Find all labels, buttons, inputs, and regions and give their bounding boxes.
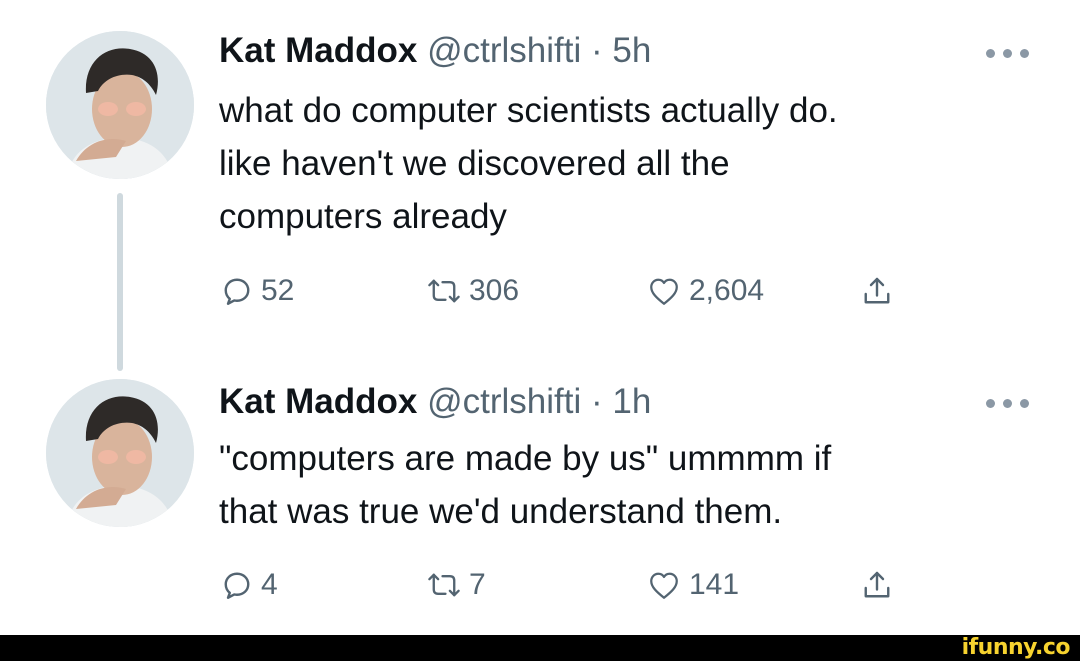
retweet-count: 306 bbox=[469, 274, 520, 307]
avatar[interactable] bbox=[46, 31, 194, 179]
footer-bar: ifunny.co bbox=[0, 635, 1080, 661]
tweet-text: what do computer scientists actually do.… bbox=[219, 84, 1039, 243]
retweet-arrows-icon bbox=[428, 279, 460, 303]
tweet-header: Kat Maddox @ctrlshifti · 5h bbox=[219, 31, 651, 71]
reply-button[interactable]: 52 bbox=[219, 269, 294, 313]
tweet[interactable]: Kat Maddox @ctrlshifti · 1h "computers a… bbox=[0, 362, 1080, 634]
retweet-button[interactable]: 7 bbox=[425, 563, 486, 607]
share-button[interactable] bbox=[859, 563, 895, 607]
speech-bubble-icon bbox=[224, 572, 250, 599]
author-handle[interactable]: @ctrlshifti bbox=[427, 31, 581, 70]
heart-outline-icon bbox=[650, 572, 678, 599]
avatar[interactable] bbox=[46, 379, 194, 527]
more-dots-icon[interactable] bbox=[984, 396, 1032, 410]
tweet-text: "computers are made by us" ummmm if that… bbox=[219, 432, 1039, 538]
author-name[interactable]: Kat Maddox bbox=[219, 31, 417, 70]
tweet[interactable]: Kat Maddox @ctrlshifti · 5h what do comp… bbox=[0, 0, 1080, 371]
tweet-text-line: that was true we'd understand them. bbox=[219, 492, 783, 531]
like-count: 2,604 bbox=[689, 274, 765, 307]
tweet-text-line: what do computer scientists actually do. bbox=[219, 91, 838, 130]
share-upload-icon bbox=[864, 571, 890, 598]
share-upload-icon bbox=[864, 277, 890, 304]
tweet-timestamp[interactable]: 5h bbox=[612, 31, 651, 70]
tweet-text-line: "computers are made by us" ummmm if bbox=[219, 439, 832, 478]
like-button[interactable]: 2,604 bbox=[645, 269, 764, 313]
more-dots-icon[interactable] bbox=[984, 46, 1032, 60]
tweet-actions: 52 306 2,604 bbox=[219, 269, 919, 313]
retweet-button[interactable]: 306 bbox=[425, 269, 519, 313]
retweet-count: 7 bbox=[469, 568, 486, 601]
tweet-header: Kat Maddox @ctrlshifti · 1h bbox=[219, 382, 651, 422]
tweet-text-line: computers already bbox=[219, 197, 507, 236]
author-name[interactable]: Kat Maddox bbox=[219, 382, 417, 421]
speech-bubble-icon bbox=[224, 278, 250, 305]
reply-count: 4 bbox=[261, 568, 278, 601]
thread-connector-line bbox=[117, 193, 123, 371]
like-button[interactable]: 141 bbox=[645, 563, 739, 607]
heart-outline-icon bbox=[650, 278, 678, 305]
tweet-actions: 4 7 141 bbox=[219, 563, 919, 607]
retweet-arrows-icon bbox=[428, 573, 460, 597]
reply-button[interactable]: 4 bbox=[219, 563, 278, 607]
share-button[interactable] bbox=[859, 269, 895, 313]
tweet-timestamp[interactable]: 1h bbox=[612, 382, 651, 421]
tweet-text-line: like haven't we discovered all the bbox=[219, 144, 730, 183]
reply-count: 52 bbox=[261, 274, 295, 307]
ifunny-watermark: ifunny.co bbox=[961, 635, 1071, 660]
like-count: 141 bbox=[689, 568, 740, 601]
separator-dot: · bbox=[590, 382, 603, 421]
author-handle[interactable]: @ctrlshifti bbox=[427, 382, 581, 421]
separator-dot: · bbox=[590, 31, 603, 70]
